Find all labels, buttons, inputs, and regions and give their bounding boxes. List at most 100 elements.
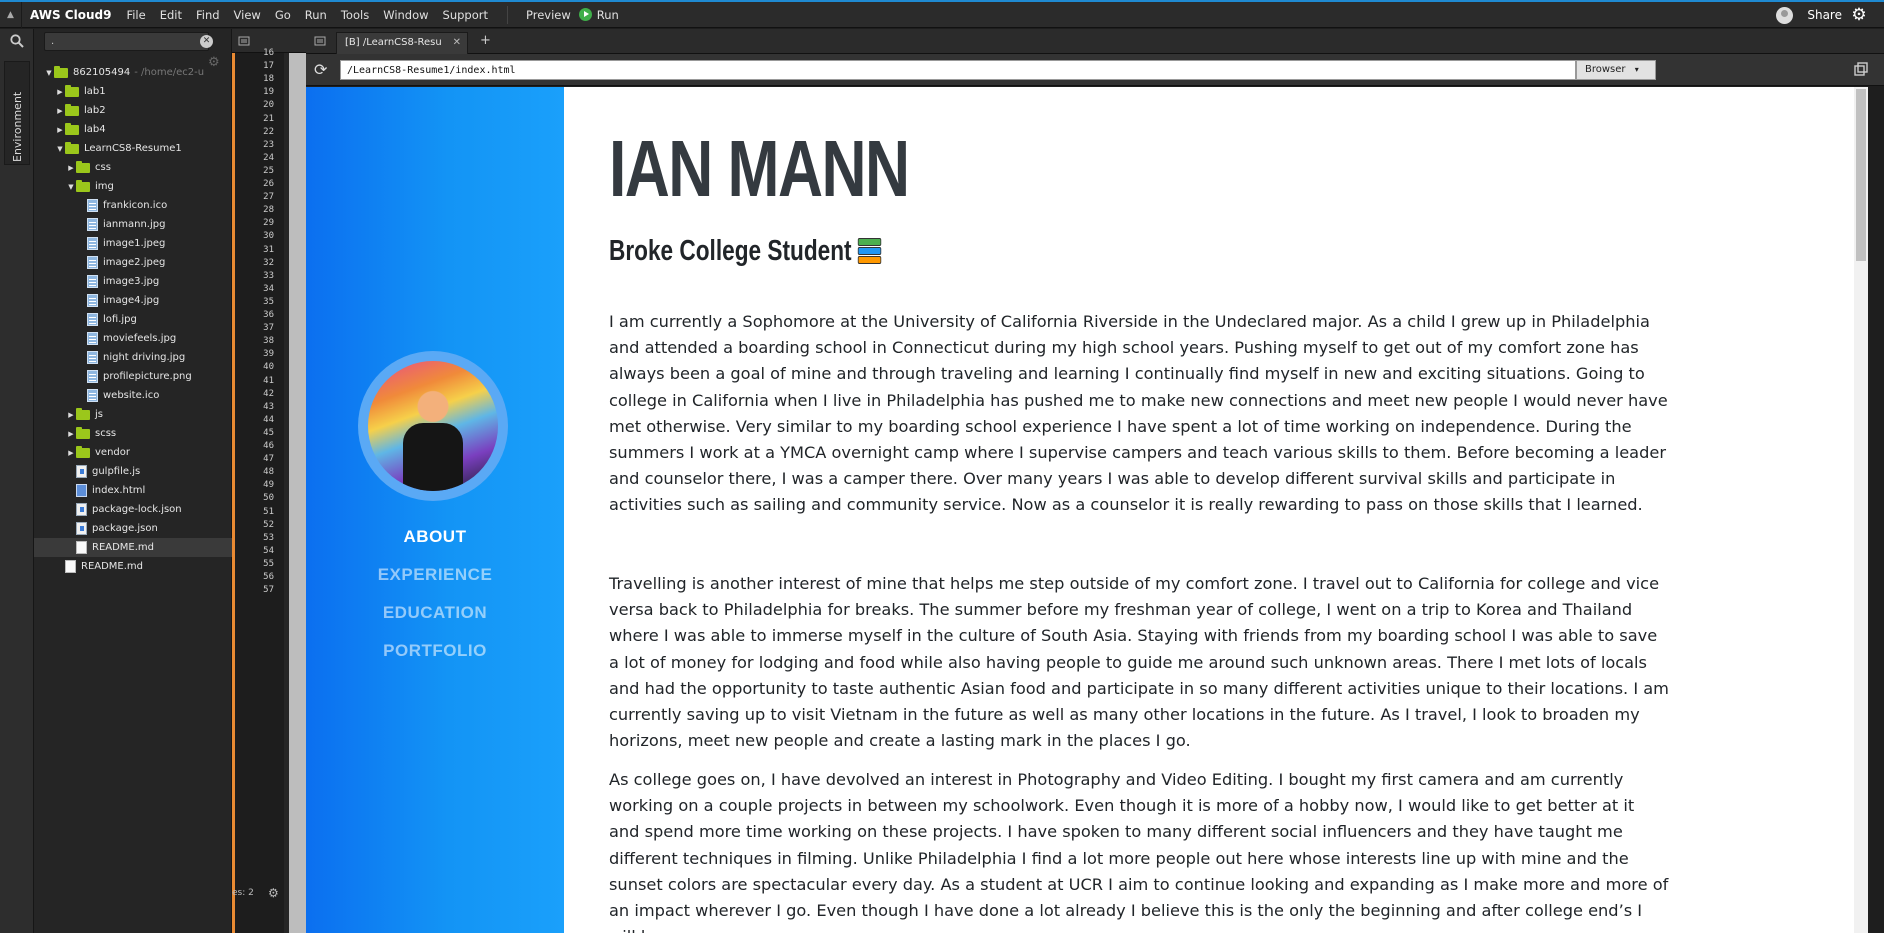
profile-picture-frame	[358, 351, 508, 501]
preview-button[interactable]: Preview	[518, 8, 579, 22]
browser-select[interactable]: Browser ▾	[1576, 60, 1656, 80]
nav-about[interactable]: ABOUT	[306, 527, 564, 547]
preview-scrollbar-thumb[interactable]	[1856, 89, 1866, 261]
line-number: 21	[263, 113, 274, 124]
tree-file[interactable]: website.ico	[34, 386, 232, 405]
line-number: 54	[263, 545, 274, 556]
search-icon[interactable]	[0, 29, 34, 53]
collapsed-arrow-icon[interactable]: ▶	[55, 88, 65, 96]
tree-file[interactable]: image2.jpeg	[34, 253, 232, 272]
share-button[interactable]: Share	[1807, 8, 1842, 22]
md-file-icon	[76, 541, 87, 554]
profile-picture	[368, 361, 498, 491]
nav-portfolio[interactable]: PORTFOLIO	[306, 641, 564, 661]
tree-file[interactable]: package-lock.json	[34, 500, 232, 519]
expanded-arrow-icon[interactable]: ▼	[55, 145, 65, 153]
tree-item-label: lab4	[84, 124, 106, 135]
collapsed-arrow-icon[interactable]: ▶	[66, 430, 76, 438]
tree-folder[interactable]: ▶ js	[34, 405, 232, 424]
collapsed-arrow-icon[interactable]: ▶	[55, 126, 65, 134]
preview-tab[interactable]: [B] /LearnCS8-Resu ✕	[336, 32, 468, 54]
tree-file[interactable]: image4.jpg	[34, 291, 232, 310]
js-file-icon	[76, 522, 87, 535]
menu-window[interactable]: Window	[376, 8, 435, 22]
tree-item-label: lab1	[84, 86, 106, 97]
menu-edit[interactable]: Edit	[153, 8, 189, 22]
tree-folder[interactable]: ▶ vendor	[34, 443, 232, 462]
new-tab-icon[interactable]: +	[480, 33, 491, 48]
img-file-icon	[87, 275, 98, 288]
line-number: 43	[263, 401, 274, 412]
tree-file[interactable]: frankicon.ico	[34, 196, 232, 215]
run-button[interactable]: Run	[578, 7, 619, 22]
run-button-label: Run	[596, 7, 619, 22]
tree-item-label: image2.jpeg	[103, 257, 166, 268]
tab-menu-icon[interactable]	[314, 35, 326, 47]
tree-file[interactable]: profilepicture.png	[34, 367, 232, 386]
tree-item-label: index.html	[92, 485, 146, 496]
menu-tools[interactable]: Tools	[334, 8, 376, 22]
url-input[interactable]	[340, 60, 1576, 80]
brand-menu[interactable]: AWS Cloud9	[22, 8, 119, 22]
tree-file[interactable]: package.json	[34, 519, 232, 538]
tree-folder[interactable]: ▼ LearnCS8-Resume1	[34, 139, 232, 158]
collapsed-arrow-icon[interactable]: ▶	[66, 411, 76, 419]
line-number: 27	[263, 192, 274, 203]
tree-item-label: ianmann.jpg	[103, 219, 166, 230]
js-file-icon	[76, 503, 87, 516]
tree-folder[interactable]: ▶ lab4	[34, 120, 232, 139]
editor-gear-icon[interactable]: ⚙	[268, 886, 279, 900]
tree-folder[interactable]: ▶ css	[34, 158, 232, 177]
tree-item-label: profilepicture.png	[103, 371, 192, 382]
tree-file[interactable]: gulpfile.js	[34, 462, 232, 481]
expanded-arrow-icon[interactable]: ▼	[66, 183, 76, 191]
menu-support[interactable]: Support	[436, 8, 495, 22]
tree-item-label: README.md	[92, 542, 155, 553]
nav-education[interactable]: EDUCATION	[306, 603, 564, 623]
tree-folder[interactable]: ▼ img	[34, 177, 232, 196]
left-rail: Environment	[0, 29, 34, 933]
tree-file[interactable]: ianmann.jpg	[34, 215, 232, 234]
menu-view[interactable]: View	[227, 8, 268, 22]
tree-item-label: css	[95, 162, 111, 173]
menu-file[interactable]: File	[119, 8, 152, 22]
tree-item-label: image3.jpg	[103, 276, 160, 287]
popout-window-icon[interactable]	[1854, 62, 1870, 78]
environment-tab[interactable]: Environment	[4, 61, 30, 165]
tab-menu-icon[interactable]	[238, 35, 250, 47]
tree-file[interactable]: README.md	[34, 538, 232, 557]
menu-run[interactable]: Run	[298, 8, 334, 22]
collapse-menu-icon[interactable]: ▲	[0, 1, 22, 28]
tree-file[interactable]: image3.jpg	[34, 272, 232, 291]
user-avatar[interactable]	[1776, 6, 1794, 24]
editor-scrollbar[interactable]	[289, 53, 306, 933]
tree-file[interactable]: index.html	[34, 481, 232, 500]
tree-file[interactable]: moviefeels.jpg	[34, 329, 232, 348]
md-file-icon	[65, 560, 76, 573]
line-number: 32	[263, 257, 274, 268]
tree-folder[interactable]: ▶ scss	[34, 424, 232, 443]
close-tab-icon[interactable]: ✕	[453, 37, 461, 48]
line-number: 37	[263, 323, 274, 334]
tree-file[interactable]: image1.jpeg	[34, 234, 232, 253]
tree-file[interactable]: night driving.jpg	[34, 348, 232, 367]
line-number: 38	[263, 336, 274, 347]
menu-find[interactable]: Find	[189, 8, 227, 22]
img-file-icon	[87, 199, 98, 212]
settings-gear-icon[interactable]: ⚙	[1848, 4, 1870, 26]
collapsed-arrow-icon[interactable]: ▶	[66, 449, 76, 457]
editor-status: es: 2 ⚙	[232, 886, 284, 906]
collapsed-arrow-icon[interactable]: ▶	[55, 107, 65, 115]
nav-experience[interactable]: EXPERIENCE	[306, 565, 564, 585]
tree-folder[interactable]: ▼ 862105494- /home/ec2-u	[34, 63, 232, 82]
menu-go[interactable]: Go	[268, 8, 298, 22]
collapsed-arrow-icon[interactable]: ▶	[66, 164, 76, 172]
tree-folder[interactable]: ▶ lab1	[34, 82, 232, 101]
tree-file[interactable]: lofi.jpg	[34, 310, 232, 329]
file-search-input[interactable]	[44, 32, 209, 51]
expanded-arrow-icon[interactable]: ▼	[44, 69, 54, 77]
tree-folder[interactable]: ▶ lab2	[34, 101, 232, 120]
clear-search-icon[interactable]: ✕	[200, 35, 213, 48]
tree-file[interactable]: README.md	[34, 557, 232, 576]
reload-icon[interactable]: ⟳	[314, 60, 327, 79]
